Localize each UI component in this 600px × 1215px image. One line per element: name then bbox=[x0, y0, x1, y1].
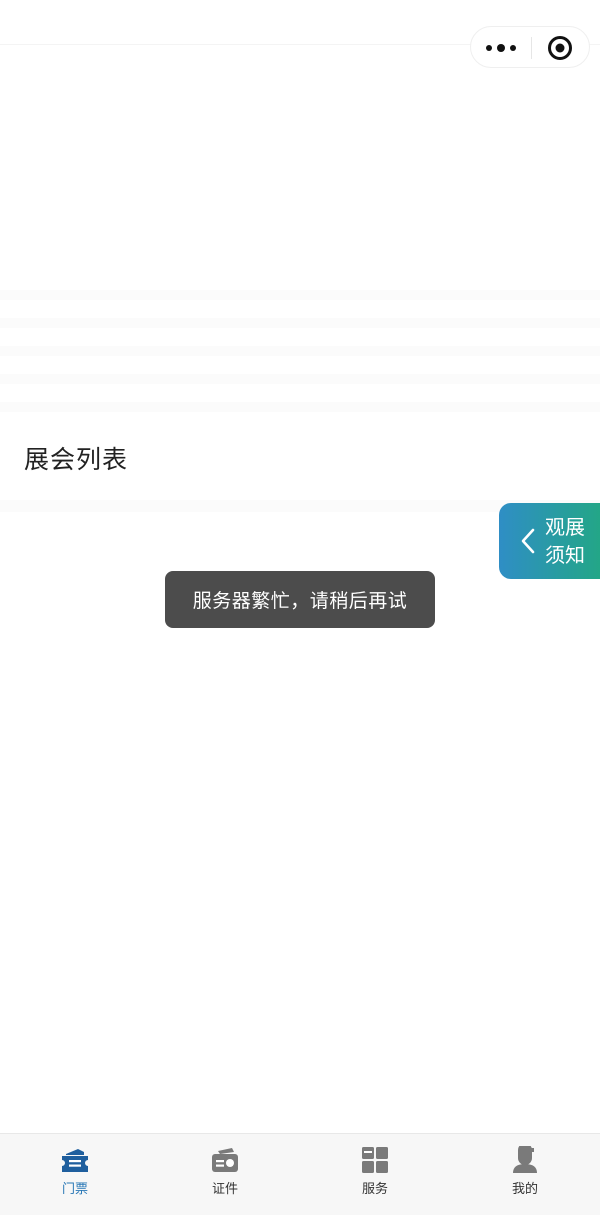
ticket-icon bbox=[62, 1149, 88, 1172]
tab-credentials[interactable]: 证件 bbox=[150, 1134, 300, 1215]
capsule-divider bbox=[531, 37, 532, 59]
placeholder-band bbox=[0, 318, 600, 328]
placeholder-band bbox=[0, 346, 600, 356]
bottom-tab-bar: 门票 证件 服务 我的 bbox=[0, 1133, 600, 1215]
more-dots-icon[interactable] bbox=[485, 38, 517, 58]
placeholder-band bbox=[0, 402, 600, 412]
user-profile-icon bbox=[513, 1146, 537, 1173]
id-card-icon bbox=[212, 1148, 238, 1172]
target-circle-icon[interactable] bbox=[547, 35, 573, 61]
toast-message: 服务器繁忙，请稍后再试 bbox=[192, 590, 408, 612]
tab-tickets-label: 门票 bbox=[61, 1182, 88, 1197]
grid-services-icon bbox=[362, 1147, 388, 1173]
tab-services[interactable]: 服务 bbox=[300, 1134, 450, 1215]
visit-notice-line2: 须知 bbox=[545, 543, 585, 567]
page-title: 展会列表 bbox=[24, 445, 129, 474]
tab-tickets[interactable]: 门票 bbox=[0, 1134, 150, 1215]
mini-program-capsule bbox=[470, 26, 590, 68]
placeholder-band bbox=[0, 374, 600, 384]
tab-credentials-label: 证件 bbox=[211, 1182, 238, 1197]
visit-notice-tab[interactable]: 观展 须知 bbox=[499, 503, 600, 579]
chevron-left-icon bbox=[521, 528, 535, 554]
tab-profile-label: 我的 bbox=[511, 1182, 538, 1197]
tab-services-label: 服务 bbox=[361, 1182, 388, 1197]
placeholder-band bbox=[0, 290, 600, 300]
visit-notice-line1: 观展 bbox=[545, 515, 585, 539]
error-toast: 服务器繁忙，请稍后再试 bbox=[165, 571, 435, 628]
tab-profile[interactable]: 我的 bbox=[450, 1134, 600, 1215]
visit-notice-label: 观展 须知 bbox=[545, 513, 595, 569]
